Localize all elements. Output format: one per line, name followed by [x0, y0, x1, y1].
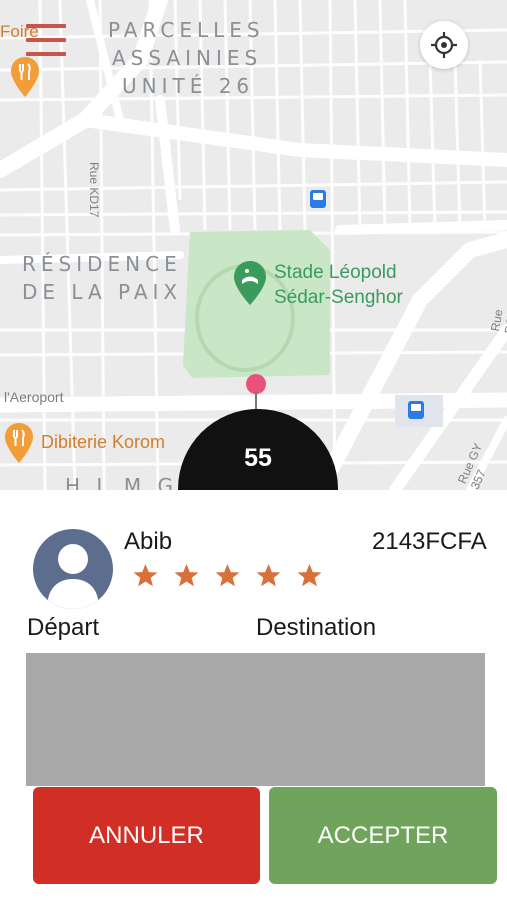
hamburger-menu-icon[interactable]	[26, 24, 66, 66]
location-pin-icon	[246, 374, 266, 394]
map-view[interactable]: PARCELLES ASSAINIES UNITÉ 26 RÉSIDENCE D…	[0, 0, 507, 490]
neighborhood-parcelles-label: PARCELLES ASSAINIES UNITÉ 26	[108, 18, 265, 98]
star-icon	[174, 564, 199, 587]
menu-line	[26, 52, 66, 56]
crosshair-icon	[431, 32, 457, 58]
poi-label-dibiterie: Dibiterie Korom	[41, 432, 166, 452]
trip-details-area	[26, 653, 485, 786]
bus-stop-icon[interactable]	[310, 190, 326, 208]
star-icon	[133, 564, 158, 587]
street-label-aeroport: l'Aeroport	[4, 389, 64, 405]
star-icon	[215, 564, 240, 587]
neighborhood-residence-label: RÉSIDENCE DE LA PAIX	[22, 252, 183, 304]
driver-name: Abib	[124, 528, 173, 555]
person-icon	[47, 544, 99, 609]
restaurant-icon[interactable]	[5, 423, 33, 463]
park-label-stade: Stade Léopold Sédar-Senghor	[274, 262, 403, 308]
driver-avatar	[33, 529, 113, 609]
cancel-button[interactable]: ANNULER	[33, 787, 260, 884]
my-location-button[interactable]	[420, 21, 468, 69]
accept-button[interactable]: ACCEPTER	[269, 787, 497, 884]
stadium-icon[interactable]	[234, 261, 266, 305]
ride-price: 2143FCFA	[372, 528, 487, 555]
eta-value: 55	[244, 444, 272, 472]
street-label-kd17: Rue KD17	[87, 162, 101, 218]
driver-rating	[132, 562, 323, 589]
menu-line	[26, 38, 66, 42]
star-icon	[297, 564, 322, 587]
departure-label: Départ	[27, 614, 100, 641]
destination-label: Destination	[256, 614, 377, 641]
menu-line	[26, 24, 66, 28]
bus-stop-icon[interactable]	[408, 401, 424, 419]
star-icon	[256, 564, 281, 587]
ride-request-panel: Abib 2143FCFA Départ Destination ANNULER…	[0, 490, 507, 900]
neighborhood-hlm-label: H L M G	[65, 474, 179, 490]
